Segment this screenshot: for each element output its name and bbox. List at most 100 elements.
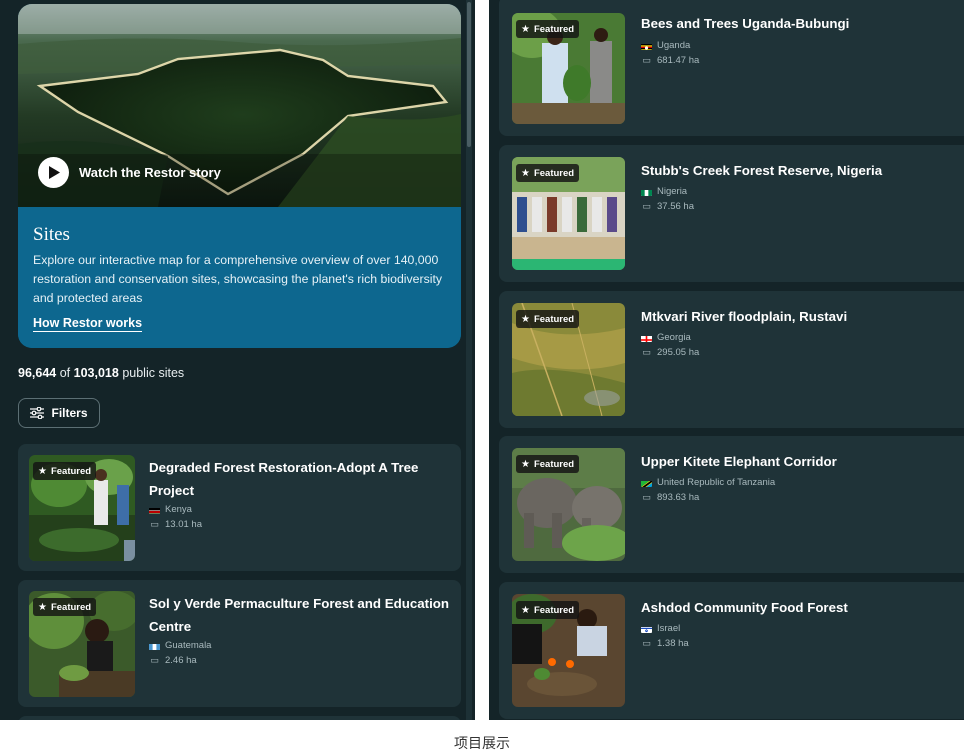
area-icon: ▭ — [642, 55, 651, 65]
sites-list-panel: Watch the Restor story Sites Explore our… — [0, 0, 475, 720]
star-icon: ★ — [521, 604, 530, 616]
site-thumbnail: ★ Featured — [512, 157, 625, 270]
site-area: 295.05 ha — [657, 347, 700, 358]
featured-label: Featured — [533, 458, 575, 470]
kenya-flag-icon — [149, 506, 160, 514]
hero-info: Sites Explore our interactive map for a … — [18, 207, 461, 348]
filters-button[interactable]: Filters — [18, 398, 100, 428]
site-thumbnail: ★ Featured — [512, 303, 625, 416]
site-title: Stubb's Creek Forest Reserve, Nigeria — [641, 163, 883, 178]
site-meta: Israel ▭ 1.38 ha — [641, 621, 689, 651]
site-title: Upper Kitete Elephant Corridor — [641, 454, 837, 469]
site-area: 37.56 ha — [657, 201, 694, 212]
watch-story-button[interactable]: Watch the Restor story — [38, 157, 221, 188]
site-title: Sol y Verde Permaculture Forest and Educ… — [149, 592, 454, 638]
how-restor-works-link[interactable]: How Restor works — [33, 316, 143, 332]
site-meta: Nigeria ▭ 37.56 ha — [641, 184, 694, 214]
site-count-of: of — [59, 366, 71, 380]
site-count-total: 103,018 — [73, 366, 119, 380]
site-area: 681.47 ha — [657, 55, 700, 66]
star-icon: ★ — [521, 458, 530, 470]
area-icon: ▭ — [642, 638, 651, 648]
site-area: 13.01 ha — [165, 519, 202, 530]
featured-label: Featured — [533, 604, 575, 616]
page-title: Sites — [33, 224, 70, 245]
site-title-line-2: Centre — [149, 619, 192, 634]
site-title-line-1: Degraded Forest Restoration-Adopt A Tree — [149, 460, 419, 475]
site-card[interactable]: ★ Featured Mtkvari River floodplain, Rust… — [499, 291, 964, 428]
site-title-line-1: Sol y Verde Permaculture Forest and Educ… — [149, 596, 450, 611]
watch-story-label: Watch the Restor story — [79, 165, 221, 180]
tanzania-flag-icon — [641, 479, 652, 487]
site-meta: Georgia ▭ 295.05 ha — [641, 330, 699, 360]
site-country: Israel — [657, 623, 681, 634]
image-caption: 项目展示 — [454, 736, 510, 752]
site-card[interactable]: ★ Featured Upper Kitete Elephant Corridor… — [499, 436, 964, 573]
star-icon: ★ — [38, 601, 47, 613]
site-count: 96,644 of 103,018 public sites — [18, 366, 184, 380]
site-meta: United Republic of Tanzania ▭ 893.63 ha — [641, 475, 775, 505]
site-meta: Kenya ▭ 13.01 ha — [149, 502, 202, 532]
area-icon: ▭ — [642, 492, 651, 502]
site-thumbnail: ★ Featured — [29, 455, 135, 561]
site-country: Uganda — [657, 40, 691, 51]
star-icon: ★ — [38, 465, 47, 477]
featured-badge: ★ Featured — [516, 455, 580, 473]
star-icon: ★ — [521, 313, 530, 325]
site-country: Guatemala — [165, 640, 212, 651]
site-title: Degraded Forest Restoration-Adopt A Tree… — [149, 456, 449, 502]
site-card[interactable] — [18, 716, 461, 720]
star-icon: ★ — [521, 167, 530, 179]
site-card[interactable]: ★ Featured Stubb's Creek Forest Reserve, … — [499, 145, 964, 282]
featured-badge: ★ Featured — [516, 310, 580, 328]
site-card[interactable]: ★ Featured Ashdod Community Food Forest I… — [499, 582, 964, 719]
scrollbar-thumb[interactable] — [467, 2, 471, 147]
nigeria-flag-icon — [641, 188, 652, 196]
site-title: Mtkvari River floodplain, Rustavi — [641, 309, 848, 324]
featured-label: Featured — [533, 313, 575, 325]
site-country: Nigeria — [657, 186, 688, 197]
uganda-flag-icon — [641, 42, 652, 50]
hero-card: Watch the Restor story Sites Explore our… — [18, 4, 461, 348]
site-country: Georgia — [657, 332, 691, 343]
site-thumbnail: ★ Featured — [512, 594, 625, 707]
featured-label: Featured — [533, 23, 575, 35]
scrollbar[interactable] — [466, 0, 472, 720]
site-thumbnail: ★ Featured — [512, 13, 625, 124]
sites-list-panel-right: ★ Featured Bees and Trees Uganda-Bubungi … — [489, 0, 964, 720]
site-area: 2.46 ha — [165, 655, 197, 666]
area-icon: ▭ — [150, 655, 159, 665]
star-icon: ★ — [521, 23, 530, 35]
site-area: 893.63 ha — [657, 492, 700, 503]
featured-badge: ★ Featured — [516, 601, 580, 619]
area-icon: ▭ — [642, 347, 651, 357]
site-meta: Uganda ▭ 681.47 ha — [641, 38, 699, 68]
featured-label: Featured — [50, 601, 92, 613]
featured-label: Featured — [50, 465, 92, 477]
site-count-suffix: public sites — [122, 366, 185, 380]
featured-badge: ★ Featured — [33, 598, 97, 616]
featured-badge: ★ Featured — [33, 462, 97, 480]
featured-badge: ★ Featured — [516, 164, 580, 182]
play-icon[interactable] — [38, 157, 69, 188]
filters-label: Filters — [51, 406, 88, 420]
site-area: 1.38 ha — [657, 638, 689, 649]
guatemala-flag-icon — [149, 642, 160, 650]
featured-label: Featured — [533, 167, 575, 179]
georgia-flag-icon — [641, 334, 652, 342]
hero-description: Explore our interactive map for a compre… — [33, 253, 443, 305]
site-country: United Republic of Tanzania — [657, 477, 776, 488]
site-meta: Guatemala ▭ 2.46 ha — [149, 638, 211, 668]
site-card[interactable]: ★ Featured Bees and Trees Uganda-Bubungi … — [499, 0, 964, 136]
site-title: Bees and Trees Uganda-Bubungi — [641, 16, 850, 31]
israel-flag-icon — [641, 625, 652, 633]
site-title: Ashdod Community Food Forest — [641, 600, 848, 615]
site-country: Kenya — [165, 504, 192, 515]
featured-badge: ★ Featured — [516, 20, 580, 38]
area-icon: ▭ — [642, 201, 651, 211]
site-title-line-2: Project — [149, 483, 195, 498]
site-card[interactable]: ★ Featured Degraded Forest Restoration-Ad… — [18, 444, 461, 571]
site-card[interactable]: ★ Featured Sol y Verde Permaculture Fores… — [18, 580, 461, 707]
site-count-shown: 96,644 — [18, 366, 57, 380]
site-thumbnail: ★ Featured — [512, 448, 625, 561]
